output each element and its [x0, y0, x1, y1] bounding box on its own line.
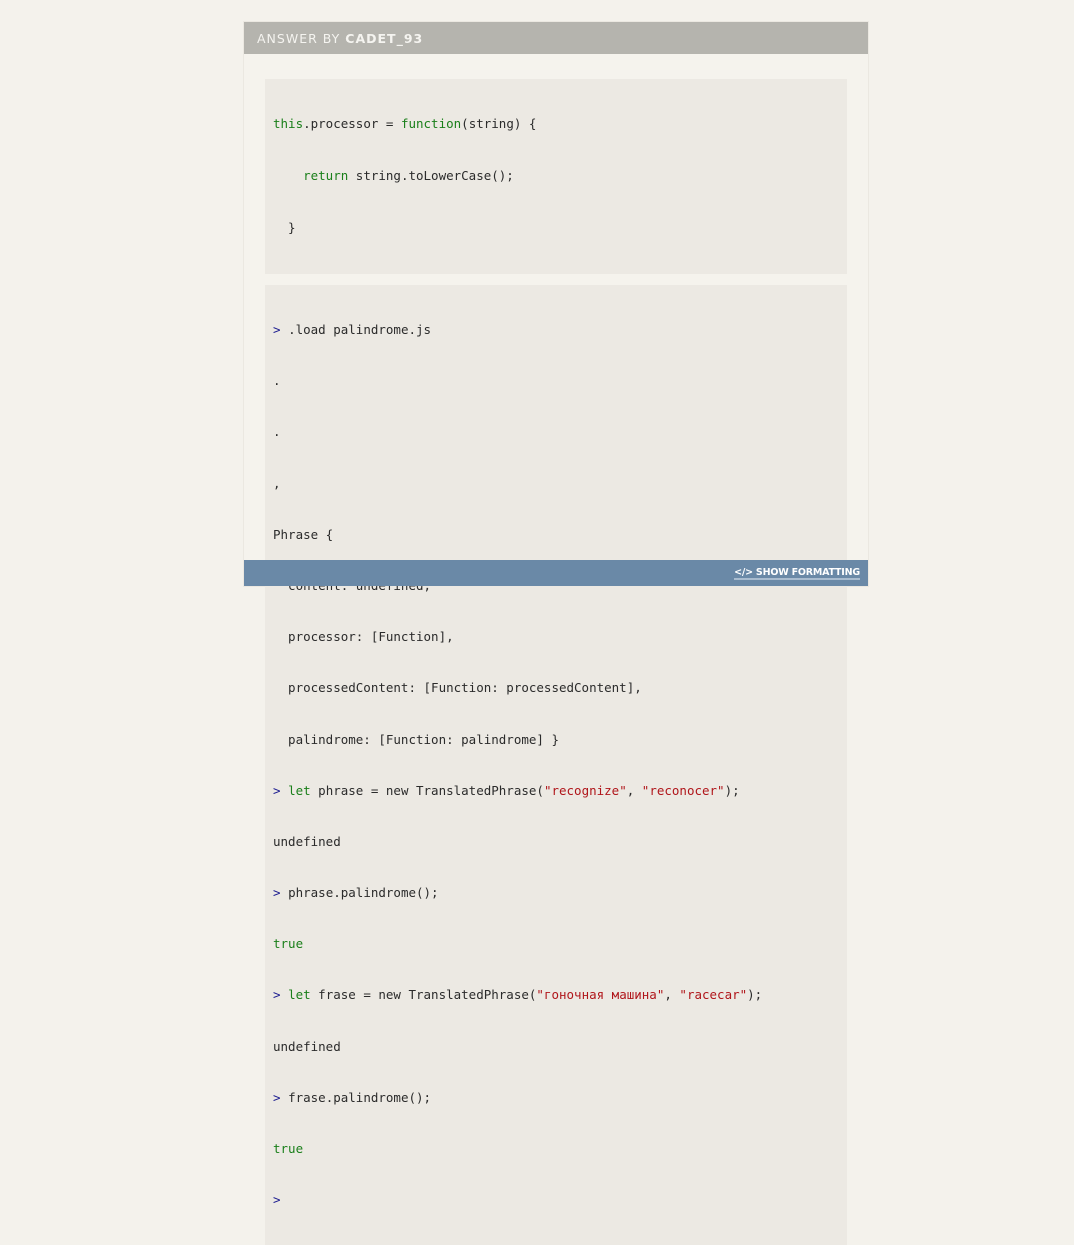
code-line: }: [273, 217, 839, 239]
boolean-literal: true: [273, 936, 304, 952]
string-literal: "recognize": [543, 782, 627, 798]
console-text: undefined: [273, 1038, 341, 1054]
console-line: true: [273, 1138, 839, 1159]
console-line: true: [273, 933, 839, 954]
console-line: >: [273, 1189, 839, 1210]
answer-by-label: ANSWER BY: [257, 30, 341, 46]
author-name[interactable]: CADET_93: [345, 31, 423, 46]
code-keyword: this: [273, 116, 304, 131]
code-text: .processor =: [303, 116, 401, 131]
console-line: undefined: [273, 831, 839, 852]
answer-body: this.processor = function(string) { retu…: [244, 54, 868, 1245]
console-text: Phrase {: [273, 526, 334, 542]
console-text: phrase.palindrome();: [288, 885, 439, 901]
console-line: .: [273, 421, 839, 442]
prompt-symbol: >: [273, 987, 281, 1003]
answer-card: ANSWER BY CADET_93 this.processor = func…: [244, 22, 868, 1245]
console-text: ,: [664, 987, 680, 1003]
string-literal: "reconocer": [641, 782, 725, 798]
code-snippet: this.processor = function(string) { retu…: [265, 79, 847, 274]
code-text: }: [273, 220, 296, 235]
console-line: processedContent: [Function: processedCo…: [273, 677, 839, 698]
console-text: processor: [Function],: [273, 629, 454, 645]
console-line: > let frase = new TranslatedPhrase("гоно…: [273, 984, 839, 1005]
console-text: );: [747, 987, 763, 1003]
code-keyword: let: [288, 987, 311, 1003]
code-keyword: return: [303, 168, 349, 183]
code-text: (string) {: [461, 116, 537, 131]
code-keyword: let: [288, 782, 311, 798]
console-text: .: [273, 424, 281, 440]
console-text: ,: [626, 782, 642, 798]
console-line: .: [273, 370, 839, 391]
show-formatting-button[interactable]: </> SHOW FORMATTING: [734, 567, 860, 580]
console-text: undefined: [273, 833, 341, 849]
console-text: .load palindrome.js: [288, 322, 432, 337]
code-text: string.toLowerCase();: [348, 168, 514, 183]
console-line: Phrase {: [273, 524, 839, 545]
console-text: .: [273, 373, 281, 389]
answer-header: ANSWER BY CADET_93: [244, 22, 868, 54]
console-text: frase.palindrome();: [288, 1089, 432, 1105]
answer-footer: </> SHOW FORMATTING: [244, 560, 868, 586]
console-text: ,: [273, 475, 281, 491]
console-line: > .load palindrome.js: [273, 319, 839, 340]
prompt-symbol: >: [273, 1089, 281, 1105]
console-line: undefined: [273, 1036, 839, 1057]
string-literal: "гоночная машина": [536, 987, 665, 1003]
prompt-symbol: >: [273, 782, 281, 798]
console-text: );: [724, 782, 740, 798]
show-formatting-label: SHOW FORMATTING: [755, 566, 860, 578]
prompt-symbol: >: [273, 1192, 281, 1208]
console-line: > frase.palindrome();: [273, 1087, 839, 1108]
code-line: return string.toLowerCase();: [273, 165, 839, 187]
prompt-symbol: >: [273, 322, 281, 337]
console-line: processor: [Function],: [273, 626, 839, 647]
console-text: palindrome: [Function: palindrome] }: [273, 731, 559, 747]
console-output: > .load palindrome.js . . , Phrase { con…: [265, 285, 847, 1245]
code-line: this.processor = function(string) {: [273, 113, 839, 135]
console-line: > let phrase = new TranslatedPhrase("rec…: [273, 780, 839, 801]
console-line: ,: [273, 473, 839, 494]
console-line: > phrase.palindrome();: [273, 882, 839, 903]
boolean-literal: true: [273, 1141, 304, 1156]
console-line: palindrome: [Function: palindrome] }: [273, 729, 839, 750]
string-literal: "racecar": [679, 987, 748, 1003]
console-text: processedContent: [Function: processedCo…: [273, 680, 642, 696]
code-keyword: function: [400, 116, 462, 131]
console-text: frase = new TranslatedPhrase(: [310, 987, 537, 1003]
console-text: phrase = new TranslatedPhrase(: [310, 782, 544, 798]
prompt-symbol: >: [273, 885, 281, 901]
code-icon: </>: [734, 566, 753, 578]
